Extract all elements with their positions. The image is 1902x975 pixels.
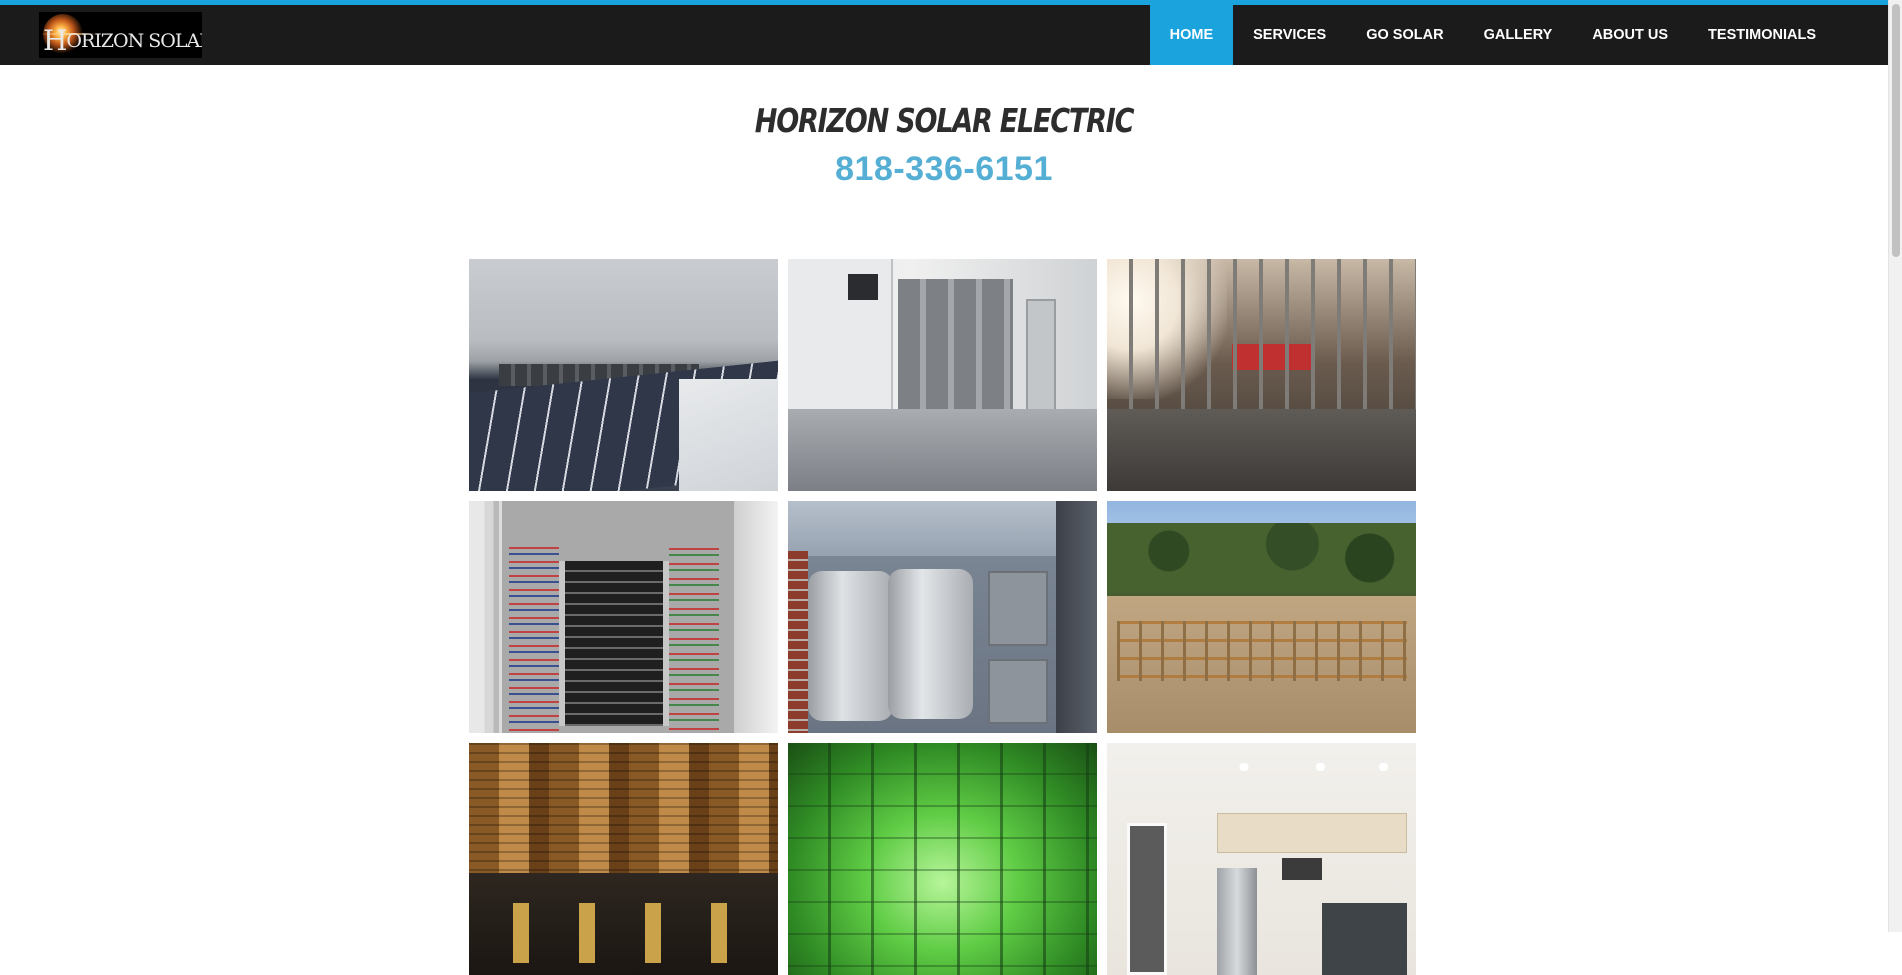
navbar: HORIZON SOLAR ELECTRIC HOME SERVICES GO … [0, 5, 1888, 65]
page-scrollbar[interactable] [1888, 0, 1902, 932]
transformer-photo[interactable] [469, 743, 778, 975]
brick-wall [788, 551, 808, 733]
kitchen-remodel-photo[interactable] [1107, 743, 1416, 975]
logo[interactable]: HORIZON SOLAR ELECTRIC [39, 12, 202, 58]
grow-racks [788, 743, 1097, 975]
glossy-floor [788, 409, 1097, 491]
main-nav: HOME SERVICES GO SOLAR GALLERY ABOUT US … [1149, 5, 1888, 65]
nav-item-services[interactable]: SERVICES [1233, 5, 1346, 65]
roof-parapet [679, 379, 778, 491]
foundation-forms [1117, 621, 1407, 681]
ceiling-lights [1227, 763, 1397, 771]
rooftop-solar-photo[interactable] [469, 259, 778, 491]
left-wires [509, 541, 559, 731]
nav-item-gallery[interactable]: GALLERY [1464, 5, 1573, 65]
panel-cover [734, 501, 778, 733]
electrical-room-photo[interactable] [788, 259, 1097, 491]
interior-door [1127, 823, 1167, 975]
scrollbar-thumb[interactable] [1892, 4, 1900, 257]
terminal-lugs [489, 903, 759, 963]
refrigerator [1217, 868, 1257, 975]
grow-room-photo[interactable] [788, 743, 1097, 975]
page-title: HORIZON SOLAR ELECTRIC [754, 101, 1135, 140]
wall-post [1056, 501, 1097, 733]
logo-text: HORIZON SOLAR ELECTRIC [43, 24, 202, 57]
inverter-box-1 [988, 571, 1048, 646]
breaker-panel-photo[interactable] [469, 501, 778, 733]
battery-storage-photo[interactable] [788, 501, 1097, 733]
right-wires [669, 541, 719, 731]
nav-item-testimonials[interactable]: TESTIMONIALS [1688, 5, 1836, 65]
microwave [1282, 858, 1322, 880]
phone-number[interactable]: 818-336-6151 [0, 150, 1888, 189]
logo-text-lead: H [43, 24, 67, 57]
coil-windings [469, 743, 778, 873]
construction-site-photo[interactable] [1107, 501, 1416, 733]
concrete-floor [1107, 409, 1416, 491]
battery-unit-1 [808, 571, 893, 721]
cabinet-display [848, 274, 878, 300]
nav-item-home[interactable]: HOME [1149, 5, 1234, 65]
overhead-bar [788, 501, 1097, 556]
kitchen-counter [1322, 903, 1407, 975]
battery-unit-2 [888, 569, 973, 719]
inverter-box-2 [988, 659, 1048, 724]
nav-item-go-solar[interactable]: GO SOLAR [1346, 5, 1463, 65]
framing-interior-photo[interactable] [1107, 259, 1416, 491]
upper-cabinets [1217, 813, 1407, 853]
nav-item-about-us[interactable]: ABOUT US [1572, 5, 1688, 65]
hall-door [1026, 299, 1056, 419]
hillside-trees [1107, 523, 1416, 593]
logo-text-rest: ORIZON SOLAR ELECTRIC [66, 30, 202, 52]
breakers [559, 561, 669, 726]
